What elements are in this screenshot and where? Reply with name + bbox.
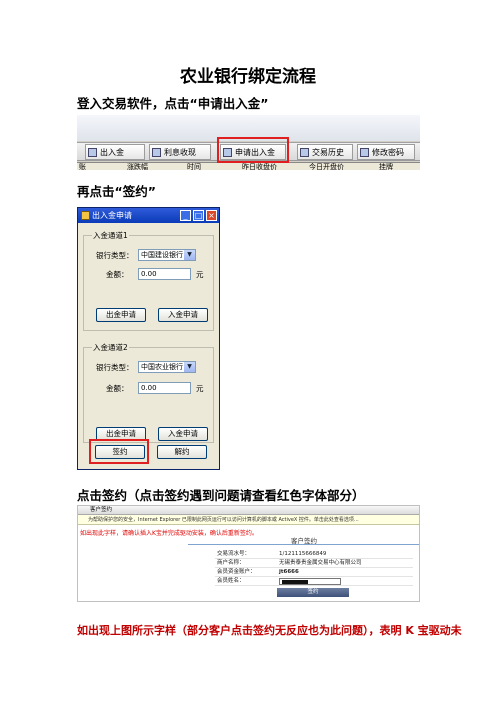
highlight-box (217, 137, 289, 163)
bank-type-label: 银行类型： (96, 251, 134, 260)
highlight-box (89, 439, 149, 464)
chevron-down-icon[interactable]: ▼ (184, 362, 195, 372)
close-icon[interactable]: × (206, 210, 217, 221)
maximize-icon[interactable]: □ (193, 210, 204, 221)
interest-cash-button[interactable]: 利息收现 (149, 144, 211, 160)
amount-input[interactable]: 0.00 (138, 382, 191, 394)
deposit-icon (88, 148, 97, 157)
channel-2-group: 入金通道2 银行类型： 中国农业银行 ▼ 金额： 0.00 元 出金申请 入金申… (83, 342, 214, 443)
unit-label: 元 (196, 270, 204, 279)
form-row: 交易流水号： 1/121115666849 (215, 550, 413, 559)
browser-screenshot: 客户签约 为帮助保护您的安全，Internet Explorer 已限制此网页运… (77, 505, 420, 602)
deposit-withdraw-button[interactable]: 出入金 (85, 144, 145, 160)
form-row: 会员姓名： (215, 577, 413, 586)
sign-submit-button[interactable]: 签约 (277, 588, 349, 597)
deposit-button[interactable]: 入金申请 (158, 427, 208, 441)
col-header: 昨日收盘价 (242, 163, 277, 170)
page-heading: 客户签约 (188, 535, 419, 545)
security-info-bar[interactable]: 为帮助保护您的安全，Internet Explorer 已限制此网页运行可以访问… (78, 515, 419, 525)
dialog-title: 出入金申请 (92, 211, 132, 220)
browser-tab: 客户签约 (78, 506, 419, 515)
chevron-down-icon[interactable]: ▼ (184, 250, 195, 260)
step-1-text: 登入交易软件，点击“申请出入金” (77, 96, 269, 111)
history-icon (300, 148, 309, 157)
amount-input[interactable]: 0.00 (138, 268, 191, 280)
note-text: 如出现上图所示字样（部分客户点击签约无反应也为此问题），表明 K 宝驱动未 (77, 624, 462, 637)
deposit-dialog: 出入金申请 _ □ × 入金通道1 银行类型： 中国建设银行 ▼ 金额： 0.0… (77, 207, 220, 470)
group-label: 入金通道2 (92, 342, 129, 353)
toolbar-screenshot: 出入金 利息收现 申请出入金 交易历史 修改密码 账 涨跌幅 时间 昨日收盘价 … (77, 115, 420, 170)
quote-table-header: 账 涨跌幅 时间 昨日收盘价 今日开盘价 挂牌 (77, 162, 420, 170)
change-password-button[interactable]: 修改密码 (357, 144, 415, 160)
amount-label: 金额： (106, 384, 129, 393)
document-title: 农业银行绑定流程 (180, 67, 316, 87)
col-header: 账 (79, 163, 86, 170)
group-label: 入金通道1 (92, 230, 129, 241)
redaction-mask (282, 580, 308, 584)
bank-type-label: 银行类型： (96, 363, 134, 372)
sign-form: 交易流水号： 1/121115666849 商户名称： 无锡贵泰贵金属交易中心有… (215, 550, 413, 586)
col-header: 涨跌幅 (127, 163, 148, 170)
col-header: 挂牌 (379, 163, 393, 170)
channel-1-group: 入金通道1 银行类型： 中国建设银行 ▼ 金额： 0.00 元 出金申请 入金申… (83, 230, 214, 331)
bank-select[interactable]: 中国农业银行 ▼ (138, 361, 196, 373)
withdraw-button[interactable]: 出金申请 (96, 308, 146, 322)
col-header: 今日开盘价 (309, 163, 344, 170)
bank-select[interactable]: 中国建设银行 ▼ (138, 249, 196, 261)
cancel-contract-button[interactable]: 解约 (157, 445, 207, 459)
deposit-button[interactable]: 入金申请 (158, 308, 208, 322)
trade-history-button[interactable]: 交易历史 (297, 144, 353, 160)
form-row: 会员资金账户： jt6666 (215, 568, 413, 577)
key-icon (360, 148, 369, 157)
amount-label: 金额： (106, 270, 129, 279)
step-3-text: 点击签约（点击签约遇到问题请查看红色字体部分） (77, 488, 365, 503)
unit-label: 元 (196, 384, 204, 393)
dialog-titlebar: 出入金申请 _ □ × (78, 208, 219, 223)
minimize-icon[interactable]: _ (180, 210, 191, 221)
interest-icon (152, 148, 161, 157)
step-2-text: 再点击“签约” (77, 184, 156, 199)
form-row: 商户名称： 无锡贵泰贵金属交易中心有限公司 (215, 559, 413, 568)
col-header: 时间 (187, 163, 201, 170)
member-name-input[interactable] (279, 578, 341, 585)
app-icon (81, 211, 90, 220)
